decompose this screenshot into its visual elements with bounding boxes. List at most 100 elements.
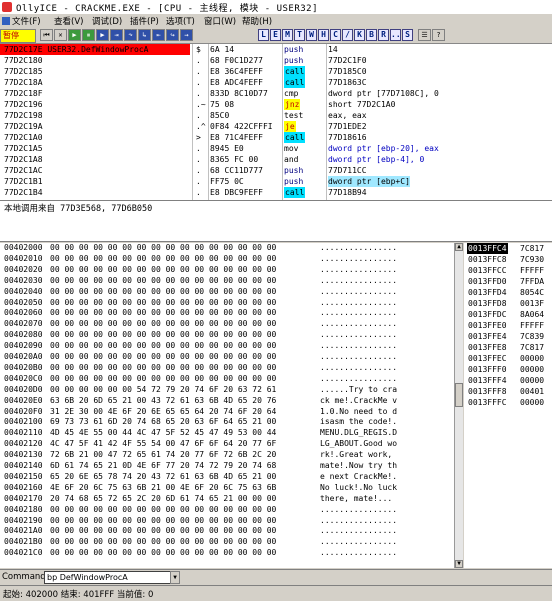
- dump-row[interactable]: 00402100 69 73 73 61 6D 20 74 68 65 20 63…: [0, 417, 462, 428]
- disasm-row[interactable]: 77D2C17E USER32.DefWindowProcA $6A 14 push…: [0, 44, 552, 55]
- disasm-row[interactable]: 77D2C1B4. E8 DBC9FEFF call 77D18B94: [0, 187, 552, 198]
- stack-row[interactable]: 0013FFD0 7FFDA: [464, 276, 552, 287]
- dump-row[interactable]: 00402180 00 00 00 00 00 00 00 00 00 00 00…: [0, 505, 462, 516]
- open-button[interactable]: ⏮: [40, 29, 53, 41]
- trace-into-button[interactable]: ↳: [138, 29, 151, 41]
- step-over-button[interactable]: ↷: [124, 29, 137, 41]
- dump-row[interactable]: 004020D0 00 00 00 00 00 00 54 72 79 20 74…: [0, 385, 462, 396]
- windows-button[interactable]: W: [306, 29, 317, 41]
- dump-row[interactable]: 004020F0 31 2E 30 00 4E 6F 20 6E 65 65 64…: [0, 407, 462, 418]
- scroll-up-icon[interactable]: ▲: [455, 243, 463, 251]
- execute-till-return-button[interactable]: ↪: [166, 29, 179, 41]
- dump-row[interactable]: 004020C0 00 00 00 00 00 00 00 00 00 00 00…: [0, 374, 462, 385]
- menu-options[interactable]: 选项(T): [166, 15, 195, 27]
- menu-window[interactable]: 窗口(W): [204, 15, 236, 27]
- disasm-row[interactable]: 77D2C1B1. FF75 0C push dword ptr [ebp+C]: [0, 176, 552, 187]
- help-icon[interactable]: ?: [432, 29, 445, 41]
- disasm-row[interactable]: 77D2C1AC. 68 CC11D777 push 77D711CC: [0, 165, 552, 176]
- scroll-thumb[interactable]: [455, 383, 463, 407]
- trace-over-button[interactable]: ⇤: [152, 29, 165, 41]
- scroll-down-icon[interactable]: ▼: [455, 560, 463, 568]
- cpu-button[interactable]: C: [330, 29, 341, 41]
- dump-row[interactable]: 00402120 4C 47 5F 41 42 4F 55 54 00 47 6F…: [0, 439, 462, 450]
- stack-row[interactable]: 0013FFE0 FFFFF: [464, 320, 552, 331]
- rewind-button[interactable]: ▶: [68, 29, 81, 41]
- goto-button[interactable]: →: [180, 29, 193, 41]
- dump-row[interactable]: 00402090 00 00 00 00 00 00 00 00 00 00 00…: [0, 341, 462, 352]
- dump-row[interactable]: 004020B0 00 00 00 00 00 00 00 00 00 00 00…: [0, 363, 462, 374]
- dump-row[interactable]: 00402110 4D 45 4E 55 00 44 4C 47 5F 52 45…: [0, 428, 462, 439]
- run-button[interactable]: ▶: [96, 29, 109, 41]
- disasm-row[interactable]: 77D2C180. 68 F0C1D277 push 77D2C1F0: [0, 55, 552, 66]
- stack-row[interactable]: 0013FFF4 00000: [464, 375, 552, 386]
- disasm-row[interactable]: 77D2C1A5. 8945 E0 mov dword ptr [ebp-20], e…: [0, 143, 552, 154]
- dump-row[interactable]: 00402070 00 00 00 00 00 00 00 00 00 00 00…: [0, 319, 462, 330]
- log-window-button[interactable]: L: [258, 29, 269, 41]
- disasm-row[interactable]: 77D2C1A0 > E8 71C4FEFF call 77D18616: [0, 132, 552, 143]
- menu-file[interactable]: 文件(F): [2, 15, 41, 27]
- disasm-row[interactable]: 77D2C19A .^ 0F84 422CFFFI je 77D1EDE2: [0, 121, 552, 132]
- stack-row[interactable]: 0013FFFC 00000: [464, 397, 552, 408]
- modules-button[interactable]: E: [270, 29, 281, 41]
- command-input[interactable]: [44, 571, 174, 584]
- references-button[interactable]: R: [378, 29, 389, 41]
- memory-dump-pane[interactable]: 00402000 00 00 00 00 00 00 00 00 00 00 00…: [0, 243, 462, 568]
- pause-button[interactable]: ⏸: [82, 29, 95, 41]
- stack-row[interactable]: 0013FFE8 7C817: [464, 342, 552, 353]
- memory-button[interactable]: M: [282, 29, 293, 41]
- list-icon[interactable]: ☰: [418, 29, 431, 41]
- menu-plugins[interactable]: 插件(P): [130, 15, 159, 27]
- disassembly-pane[interactable]: 77D2C17E USER32.DefWindowProcA $6A 14 push…: [0, 44, 552, 201]
- menu-view[interactable]: 查看(V): [54, 15, 83, 27]
- dump-row[interactable]: 00402050 00 00 00 00 00 00 00 00 00 00 00…: [0, 298, 462, 309]
- dump-row[interactable]: 004021C0 00 00 00 00 00 00 00 00 00 00 00…: [0, 548, 462, 559]
- stack-row[interactable]: 0013FFCC FFFFF: [464, 265, 552, 276]
- call-stack-button[interactable]: K: [354, 29, 365, 41]
- close-button[interactable]: ✕: [54, 29, 67, 41]
- dump-row[interactable]: 00402060 00 00 00 00 00 00 00 00 00 00 00…: [0, 308, 462, 319]
- dump-row[interactable]: 00402160 4E 6F 20 6C 75 63 6B 21 00 4E 6F…: [0, 483, 462, 494]
- stack-row[interactable]: 0013FFDC 8A064: [464, 309, 552, 320]
- dump-row[interactable]: 00402080 00 00 00 00 00 00 00 00 00 00 00…: [0, 330, 462, 341]
- stack-row[interactable]: 0013FFD8 0013F: [464, 298, 552, 309]
- disasm-row[interactable]: 77D2C1A8. 8365 FC 00 and dword ptr [ebp-4],…: [0, 154, 552, 165]
- disasm-row[interactable]: 77D2C198. 85C0 test eax, eax: [0, 110, 552, 121]
- dump-row[interactable]: 00402130 72 6B 21 00 47 72 65 61 74 20 77…: [0, 450, 462, 461]
- menu-debug[interactable]: 调试(D): [92, 15, 122, 27]
- dump-row[interactable]: 00402020 00 00 00 00 00 00 00 00 00 00 00…: [0, 265, 462, 276]
- disasm-row[interactable]: 77D2C18F. 833D 8C10D77 cmp dword ptr [77D71…: [0, 88, 552, 99]
- dump-scrollbar[interactable]: ▲ ▼: [454, 243, 463, 568]
- dump-row[interactable]: 004021B0 00 00 00 00 00 00 00 00 00 00 00…: [0, 537, 462, 548]
- stack-row[interactable]: 0013FFF0 00000: [464, 364, 552, 375]
- dump-row[interactable]: 00402010 00 00 00 00 00 00 00 00 00 00 00…: [0, 254, 462, 265]
- disasm-row[interactable]: 77D2C18A. E8 ADC4FEFF call 77D1863C: [0, 77, 552, 88]
- breakpoints-button[interactable]: B: [366, 29, 377, 41]
- dump-row[interactable]: 00402190 00 00 00 00 00 00 00 00 00 00 00…: [0, 516, 462, 527]
- dump-row[interactable]: 00402030 00 00 00 00 00 00 00 00 00 00 00…: [0, 276, 462, 287]
- stack-row[interactable]: 0013FFC8 7C930: [464, 254, 552, 265]
- stack-row[interactable]: 0013FFE4 7C839: [464, 331, 552, 342]
- menu-help[interactable]: 帮助(H): [242, 15, 272, 27]
- dump-row[interactable]: 004021A0 00 00 00 00 00 00 00 00 00 00 00…: [0, 526, 462, 537]
- dump-row[interactable]: 00402150 65 20 6E 65 78 74 20 43 72 61 63…: [0, 472, 462, 483]
- chevron-down-icon[interactable]: ▼: [170, 571, 180, 584]
- handles-button[interactable]: H: [318, 29, 329, 41]
- stack-row[interactable]: 0013FFC4 7C817: [464, 243, 552, 254]
- threads-button[interactable]: T: [294, 29, 305, 41]
- stack-row[interactable]: 0013FFF8 00401: [464, 386, 552, 397]
- run-trace-button[interactable]: ...: [390, 29, 405, 41]
- dump-row[interactable]: 004020A0 00 00 00 00 00 00 00 00 00 00 00…: [0, 352, 462, 363]
- disasm-row[interactable]: 77D2C185. E8 36C4FEFF call 77D185C0: [0, 66, 552, 77]
- stack-row[interactable]: 0013FFD4 8054C: [464, 287, 552, 298]
- dump-row[interactable]: 004020E0 63 6B 20 6D 65 21 00 43 72 61 63…: [0, 396, 462, 407]
- step-into-button[interactable]: ⇥: [110, 29, 123, 41]
- source-button[interactable]: S: [402, 29, 413, 41]
- dump-row[interactable]: 00402040 00 00 00 00 00 00 00 00 00 00 00…: [0, 287, 462, 298]
- stack-pane[interactable]: 0013FFC4 7C817 0013FFC8 7C930 0013FFCC FFFFF 0…: [464, 243, 552, 568]
- dump-row[interactable]: 00402140 6D 61 74 65 21 0D 4E 6F 77 20 74…: [0, 461, 462, 472]
- stack-row[interactable]: 0013FFEC 00000: [464, 353, 552, 364]
- dump-row[interactable]: 00402170 20 74 68 65 72 65 2C 20 6D 61 74…: [0, 494, 462, 505]
- disasm-row[interactable]: 77D2C196 .~ 75 08 jnz short 77D2C1A0: [0, 99, 552, 110]
- patches-button[interactable]: /: [342, 29, 353, 41]
- dump-row[interactable]: 00402000 00 00 00 00 00 00 00 00 00 00 00…: [0, 243, 462, 254]
